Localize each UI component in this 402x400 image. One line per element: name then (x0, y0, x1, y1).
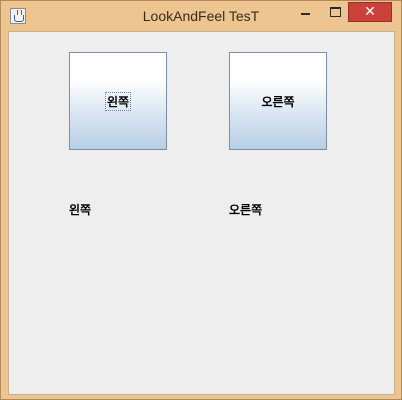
content-pane: 왼쪽 오른쪽 왼쪽 오른쪽 (8, 31, 395, 395)
java-app-icon[interactable] (10, 8, 26, 24)
right-label: 오른쪽 (229, 203, 263, 217)
left-button[interactable]: 왼쪽 (69, 52, 167, 150)
right-button[interactable]: 오른쪽 (229, 52, 327, 150)
window-title: LookAndFeel TesT (142, 8, 260, 24)
maximize-button[interactable] (323, 2, 347, 22)
right-button-label: 오른쪽 (261, 95, 295, 109)
left-button-label: 왼쪽 (104, 92, 132, 111)
app-window: LookAndFeel TesT ✕ 왼쪽 오른쪽 왼쪽 오른쪽 (0, 0, 402, 400)
left-label: 왼쪽 (69, 203, 92, 217)
minimize-icon (301, 13, 310, 15)
close-button[interactable]: ✕ (348, 2, 392, 22)
maximize-icon (330, 7, 341, 17)
close-icon: ✕ (364, 4, 376, 20)
title-bar[interactable]: LookAndFeel TesT ✕ (1, 1, 401, 31)
minimize-button[interactable] (294, 2, 318, 22)
